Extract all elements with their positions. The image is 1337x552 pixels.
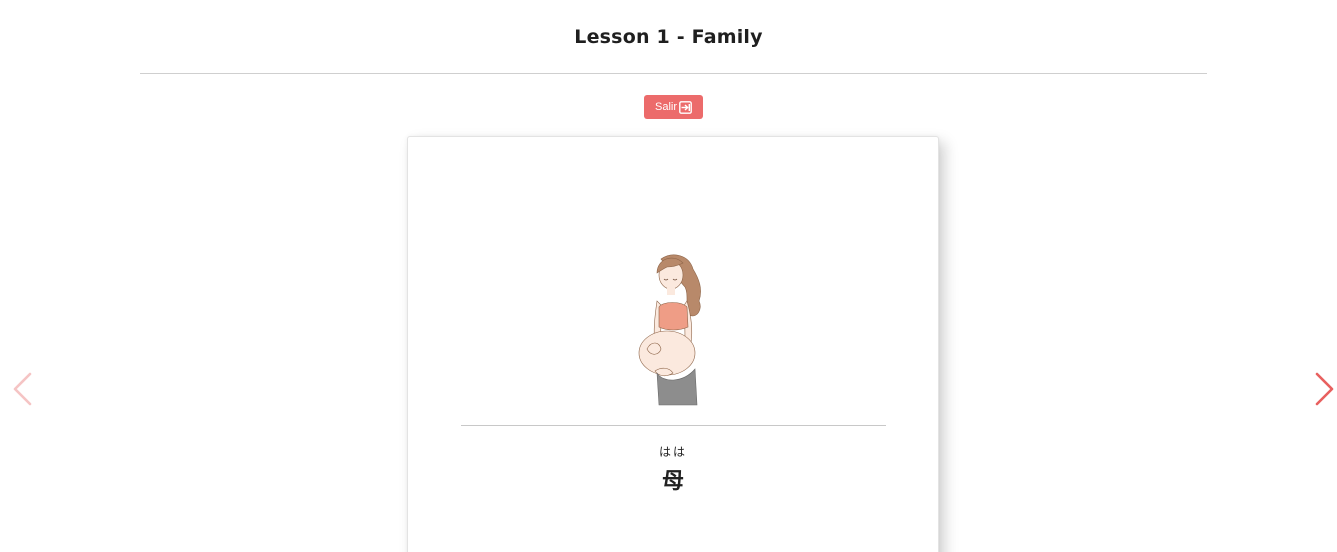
pregnant-woman-illustration — [633, 249, 713, 409]
exit-button[interactable]: Salir — [644, 95, 703, 119]
exit-button-label: Salir — [654, 101, 677, 113]
previous-card-button[interactable] — [11, 372, 35, 406]
furigana-reading: はは — [658, 445, 687, 459]
sign-out-icon — [679, 100, 692, 114]
next-card-button[interactable] — [1312, 372, 1336, 406]
chevron-right-icon — [1312, 372, 1336, 410]
kanji-word: 母 — [661, 469, 684, 494]
flashcard[interactable]: はは 母 — [407, 136, 939, 552]
chevron-left-icon — [11, 372, 35, 410]
flashcard-page: Lesson 1 - Family Salir はは 母 — [0, 0, 1337, 552]
header-divider — [140, 73, 1207, 74]
card-divider — [461, 425, 886, 426]
page-title: Lesson 1 - Family — [574, 26, 763, 48]
